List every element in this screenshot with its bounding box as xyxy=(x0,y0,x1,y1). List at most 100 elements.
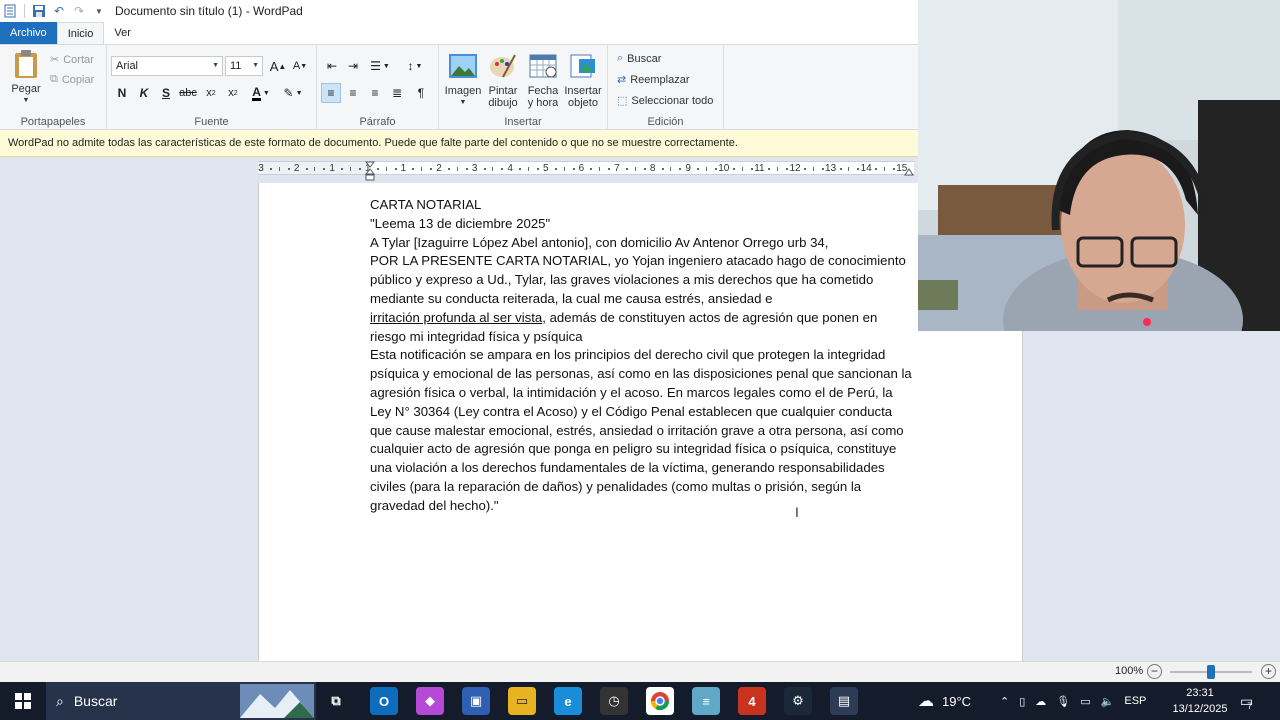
wordpad-app-icon[interactable] xyxy=(2,3,18,19)
align-center-icon[interactable]: ≡ xyxy=(343,83,363,103)
paragraph-settings-icon[interactable]: ¶ xyxy=(411,83,431,103)
task-view-icon[interactable]: ⧉ xyxy=(322,687,350,715)
tab-archivo[interactable]: Archivo xyxy=(0,22,57,44)
chevron-down-icon: ▼ xyxy=(459,99,467,106)
tab-ver[interactable]: Ver xyxy=(104,22,141,44)
show-hidden-icons-icon[interactable]: ⌃ xyxy=(1000,695,1009,708)
increase-indent-icon[interactable]: ⇥ xyxy=(343,56,363,76)
ruler-label: 4 xyxy=(507,163,513,174)
date-time-button[interactable]: Fecha y hora xyxy=(523,51,563,109)
notifications-button[interactable]: ▭ 7 xyxy=(1240,682,1253,720)
network-icon[interactable]: ▭ xyxy=(1080,695,1090,708)
tab-inicio[interactable]: Inicio xyxy=(56,22,105,44)
ruler-label: 2 xyxy=(293,163,300,174)
chrome-icon[interactable] xyxy=(646,687,674,715)
paste-button[interactable]: Pegar ▼ xyxy=(6,49,46,107)
ruler-tick xyxy=(590,168,593,170)
paint-drawing-button[interactable]: Pintar dibujo xyxy=(483,51,523,109)
insert-object-button[interactable]: Insertar objeto xyxy=(563,51,603,109)
wordpad-taskbar-icon[interactable]: ▤ xyxy=(830,687,858,715)
outlook-icon[interactable]: O xyxy=(370,687,398,715)
justify-icon[interactable]: ≣ xyxy=(387,83,407,103)
decrease-indent-icon[interactable]: ⇤ xyxy=(322,56,342,76)
palette-icon xyxy=(488,51,518,81)
file-explorer-icon[interactable]: ▭ xyxy=(508,687,536,715)
align-left-icon[interactable]: ≡ xyxy=(321,83,341,103)
underline-button[interactable]: S xyxy=(156,83,176,103)
volume-icon[interactable]: 🔈 xyxy=(1101,695,1115,708)
language-indicator[interactable]: ESP xyxy=(1124,695,1146,707)
highlight-button[interactable]: ✎ ▼ xyxy=(279,83,307,103)
bullets-button[interactable]: ☰ ▼ xyxy=(366,56,394,76)
bold-button[interactable]: N xyxy=(112,83,132,103)
ruler-tick xyxy=(287,168,290,170)
cloud-sync-icon[interactable]: ☁ xyxy=(1035,695,1046,708)
ruler[interactable]: 3 2 1 1 1 2 3 4 5 6 7 8 9 10 11 12 13 14 15 xyxy=(258,161,914,175)
steam-icon[interactable]: ⚙ xyxy=(784,687,812,715)
chevron-down-icon: ▼ xyxy=(212,62,219,69)
ruler-tick xyxy=(456,167,458,171)
right-indent-icon[interactable] xyxy=(904,166,914,176)
phone-link-icon[interactable]: ▯ xyxy=(1019,695,1025,708)
insert-image-button[interactable]: Imagen ▼ xyxy=(443,51,483,109)
ruler-tick xyxy=(661,168,664,170)
font-color-button[interactable]: A ▼ xyxy=(247,83,275,103)
subscript-button[interactable]: x2 xyxy=(201,83,221,103)
ruler-tick xyxy=(572,168,575,170)
superscript-button[interactable]: x2 xyxy=(223,83,243,103)
copilot-icon[interactable]: ◆ xyxy=(416,687,444,715)
zoom-in-button[interactable]: + xyxy=(1261,664,1276,679)
clock-time: 23:31 xyxy=(1186,687,1214,699)
store-icon[interactable]: ▣ xyxy=(462,687,490,715)
highlighter-icon: ✎ xyxy=(283,86,294,100)
copy-icon: ⧉ xyxy=(50,73,58,85)
select-all-label: Seleccionar todo xyxy=(631,94,714,107)
line-spacing-button[interactable]: ↕ ▼ xyxy=(401,56,429,76)
paste-dropdown-icon[interactable]: ▼ xyxy=(23,95,30,107)
undo-icon[interactable]: ↶ xyxy=(51,3,67,19)
clock-app-icon[interactable]: ◷ xyxy=(600,687,628,715)
document-page[interactable]: CARTA NOTARIAL "Leema 13 de diciembre 20… xyxy=(258,183,1023,661)
find-button[interactable]: ⌕ Buscar xyxy=(617,52,661,65)
ruler-label: 2 xyxy=(436,163,442,174)
font-group: Arial ▼ 11 ▼ A ▲ A ▼ N K S abc x2 x2 A ▼ ✎ ▼… xyxy=(107,45,317,131)
document-text[interactable]: CARTA NOTARIAL "Leema 13 de diciembre 20… xyxy=(370,196,915,516)
indent-marker-icon[interactable] xyxy=(365,161,375,181)
italic-button[interactable]: K xyxy=(134,83,154,103)
ruler-tick xyxy=(358,168,361,170)
webcam-overlay xyxy=(918,0,1280,331)
select-all-button[interactable]: ⬚ Seleccionar todo xyxy=(617,94,714,108)
taskbar-search[interactable]: ⌕ Buscar xyxy=(46,682,316,720)
weather-widget[interactable]: ☁ 19°C xyxy=(918,682,971,720)
ruler-tick xyxy=(563,167,565,171)
font-family-select[interactable]: Arial ▼ xyxy=(111,56,223,76)
edge-icon[interactable]: e xyxy=(554,687,582,715)
grow-font-button[interactable]: A ▲ xyxy=(268,56,288,76)
redo-icon[interactable]: ↷ xyxy=(71,3,87,19)
strikethrough-button[interactable]: abc xyxy=(178,83,198,103)
font-size-select[interactable]: 11 ▼ xyxy=(225,56,263,76)
ruler-tick xyxy=(634,167,636,171)
zoom-slider-thumb[interactable] xyxy=(1207,665,1215,679)
save-icon[interactable] xyxy=(31,3,47,19)
shrink-font-button[interactable]: A ▼ xyxy=(290,56,310,76)
ruler-tick xyxy=(314,167,316,171)
align-right-icon[interactable]: ≡ xyxy=(365,83,385,103)
ruler-tick xyxy=(670,167,672,171)
ruler-tick xyxy=(536,168,539,170)
ruler-label: 10 xyxy=(718,163,730,174)
font-group-label: Fuente xyxy=(194,116,229,128)
cut-button[interactable]: ✂ Cortar xyxy=(50,53,94,67)
microphone-icon[interactable]: 🎙 xyxy=(1056,695,1070,708)
notepad-icon[interactable]: ≡ xyxy=(692,687,720,715)
copy-button[interactable]: ⧉ Copiar xyxy=(50,73,94,86)
zoom-level: 100% xyxy=(1115,665,1144,677)
customize-toolbar-icon[interactable]: ▼ xyxy=(91,3,107,19)
start-button[interactable] xyxy=(0,682,46,720)
replace-button[interactable]: ⇄ Reemplazar xyxy=(617,73,690,87)
text-cursor-icon: I xyxy=(795,504,799,520)
game-app-icon[interactable]: 4 xyxy=(738,687,766,715)
zoom-out-button[interactable]: − xyxy=(1147,664,1162,679)
taskbar-clock[interactable]: 23:31 13/12/2025 xyxy=(1168,685,1232,717)
ruler-label: 6 xyxy=(578,163,585,174)
